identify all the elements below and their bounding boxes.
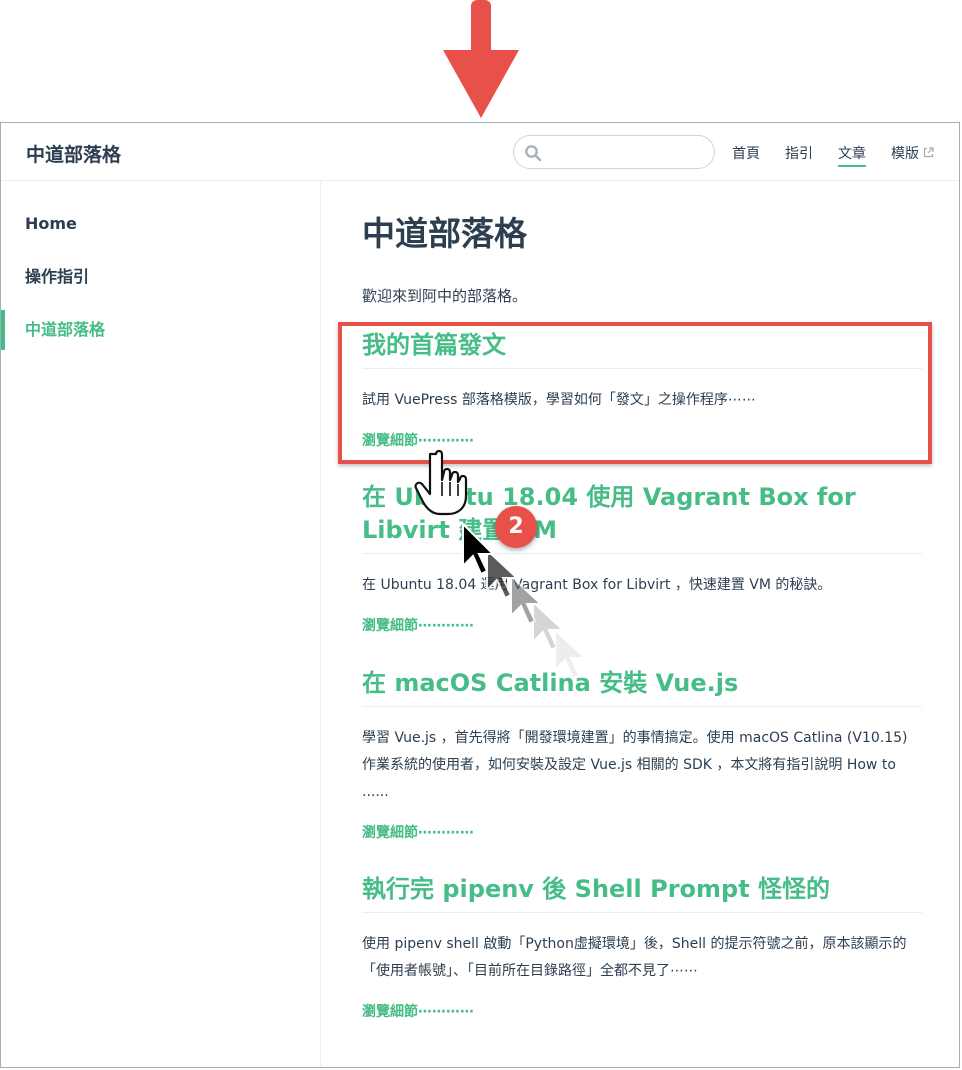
nav-guide[interactable]: 指引	[785, 143, 813, 163]
navbar: 中道部落格 首頁 指引 文章 模版	[1, 123, 959, 181]
post-excerpt: 使用 pipenv shell 啟動「Python虛擬環境」後，Shell 的提…	[362, 936, 907, 979]
post-item: 在 macOS Catlina 安裝 Vue.js 學習 Vue.js ，首先得…	[362, 667, 922, 842]
search-box[interactable]	[513, 135, 715, 169]
sidebar: Home 操作指引 中道部落格	[1, 181, 321, 1067]
post-excerpt: 在 Ubuntu 18.04 運用 Vagrant Box for Libvir…	[362, 577, 832, 593]
post-title[interactable]: 執行完 pipenv 後 Shell Prompt 怪怪的	[362, 873, 922, 913]
post-excerpt: 學習 Vue.js ，首先得將「開發環境建置」的事情搞定。使用 macOS Ca…	[362, 730, 908, 800]
nav-articles[interactable]: 文章	[838, 143, 866, 167]
sidebar-item-home[interactable]: Home	[1, 204, 319, 244]
search-icon	[525, 145, 542, 162]
cursor-trail-annotation-icon	[462, 521, 588, 680]
page-title: 中道部落格	[362, 214, 527, 253]
down-arrow-annotation-icon	[443, 0, 519, 118]
read-more-link[interactable]: 瀏覽細節⋯⋯⋯⋯	[362, 1001, 922, 1021]
post-title[interactable]: 在 macOS Catlina 安裝 Vue.js	[362, 667, 922, 707]
external-link-icon	[923, 147, 934, 158]
sidebar-item-blog[interactable]: 中道部落格	[1, 310, 319, 350]
post-item: 執行完 pipenv 後 Shell Prompt 怪怪的 使用 pipenv …	[362, 873, 922, 1021]
pointer-hand-icon	[414, 449, 468, 516]
sidebar-item-guide[interactable]: 操作指引	[1, 257, 319, 297]
search-input[interactable]	[548, 142, 710, 164]
nav-templates[interactable]: 模版	[891, 143, 934, 163]
highlight-box-annotation	[338, 322, 932, 464]
intro-text: 歡迎來到阿中的部落格。	[362, 287, 528, 305]
site-name[interactable]: 中道部落格	[26, 140, 121, 167]
read-more-link[interactable]: 瀏覽細節⋯⋯⋯⋯	[362, 615, 922, 635]
nav-home[interactable]: 首頁	[732, 143, 760, 163]
read-more-link[interactable]: 瀏覽細節⋯⋯⋯⋯	[362, 822, 922, 842]
nav-templates-label: 模版	[891, 146, 919, 162]
step-badge: 2	[495, 506, 537, 548]
